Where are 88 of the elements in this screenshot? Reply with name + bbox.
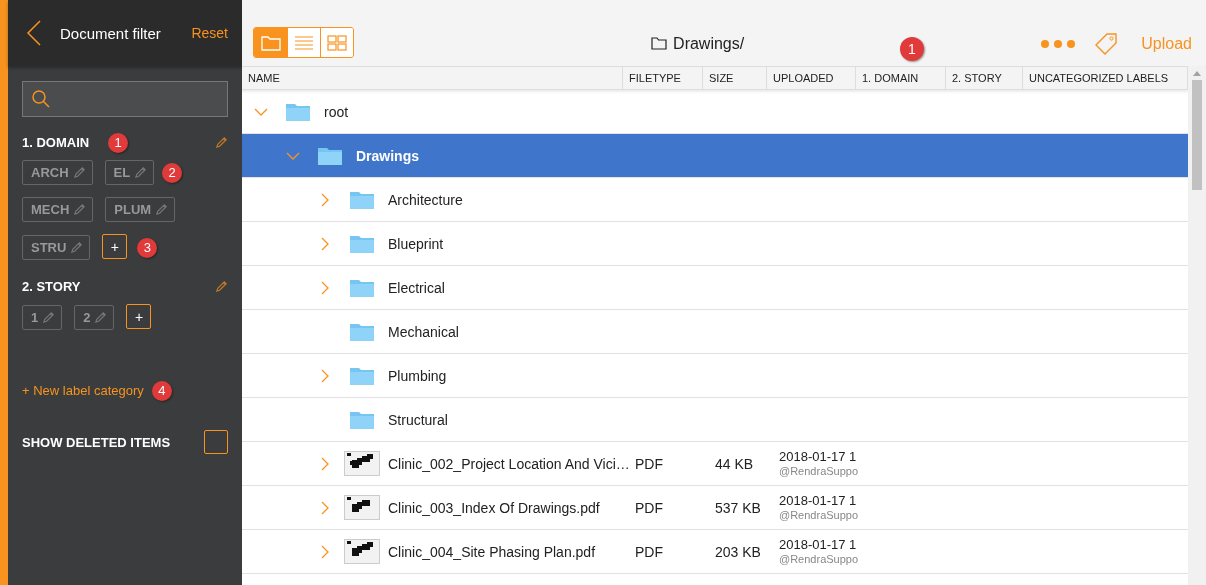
callout-badge: 2 [162, 162, 183, 183]
label-tag[interactable]: ARCH [22, 160, 93, 185]
add-tag-button[interactable]: + [102, 234, 128, 259]
callout-badge: 4 [151, 380, 172, 401]
pencil-icon [134, 166, 148, 179]
folder-icon [350, 410, 374, 429]
folder-icon [318, 146, 342, 165]
pencil-icon [73, 203, 87, 216]
folder-icon [350, 322, 374, 341]
category-title: 1. DOMAIN [22, 135, 90, 150]
uploader-name: @RendraSuppo [779, 552, 856, 565]
column-header[interactable]: NAME [242, 67, 623, 89]
document-thumbnail [344, 495, 380, 520]
folder-view-button[interactable] [254, 28, 287, 57]
folder-name: Electrical [388, 279, 445, 296]
search-icon [31, 89, 51, 109]
add-tag-button[interactable]: + [126, 304, 152, 329]
table-cell-text: PDF [634, 499, 664, 516]
scrollbar-thumb[interactable] [1192, 80, 1202, 190]
list-view-button[interactable] [287, 28, 320, 57]
folder-path: Drawings/ [673, 34, 745, 53]
label-tag[interactable]: 2 [74, 305, 115, 330]
file-name: Clinic_003_Index Of Drawings.pdf [388, 499, 600, 516]
panel-title: Document filter [60, 24, 162, 42]
pencil-icon [42, 311, 56, 324]
upload-date: 2018-01-17 1 [779, 538, 856, 553]
label-tag[interactable]: EL [104, 160, 155, 185]
column-header[interactable]: FILETYPE [623, 67, 703, 89]
column-header[interactable]: 1. DOMAIN [856, 67, 946, 89]
folder-name: root [324, 103, 349, 120]
label-tag[interactable]: MECH [22, 197, 94, 222]
reset-link[interactable]: Reset [191, 25, 228, 41]
label-tag[interactable]: STRU [22, 235, 91, 260]
folder-name: Structural [388, 411, 448, 428]
file-name: Clinic_004_Site Phasing Plan.pdf [388, 543, 596, 560]
folder-icon [350, 190, 374, 209]
table-row[interactable]: Drawings [242, 134, 1188, 178]
table-cell-text: PDF [634, 543, 664, 560]
uploader-name: @RendraSuppo [779, 508, 856, 521]
pencil-icon [94, 311, 108, 324]
table-row[interactable]: Clinic_003_Index Of Drawings.pdf PDF 537 KB 2018-01-17 1 @RendraSuppo [242, 486, 1188, 530]
table-row[interactable]: Electrical [242, 266, 1188, 310]
grid-view-button[interactable] [320, 28, 353, 57]
file-name: Clinic_002_Project Location And Vici… [388, 455, 630, 472]
folder-name: Mechanical [388, 323, 459, 340]
table-cell-text: 203 KB [714, 543, 762, 560]
category-title: 2. STORY [22, 279, 81, 294]
pencil-icon [155, 203, 169, 216]
table-cell-text: 537 KB [714, 499, 762, 516]
pencil-icon [72, 166, 86, 179]
table-cell-text: 44 KB [714, 455, 755, 472]
scroll-up-icon[interactable] [1193, 70, 1201, 76]
folder-name: Blueprint [388, 235, 444, 252]
edit-category-icon[interactable] [215, 280, 228, 293]
folder-icon [350, 366, 374, 385]
document-thumbnail [344, 451, 380, 476]
label-tag[interactable]: PLUM [105, 197, 176, 222]
upload-date: 2018-01-17 1 [779, 450, 856, 465]
search-field[interactable] [22, 81, 228, 117]
table-row[interactable]: Clinic_002_Project Location And Vici… PDF 44 KB 2018-01-17 1 @RendraSuppo [242, 442, 1188, 486]
document-thumbnail [344, 539, 380, 564]
show-deleted-label: SHOW DELETED ITEMS [22, 434, 171, 450]
pencil-icon [70, 241, 84, 254]
uploader-name: @RendraSuppo [779, 464, 856, 477]
column-header[interactable]: UPLOADED [767, 67, 856, 89]
table-row[interactable]: Blueprint [242, 222, 1188, 266]
label-tag[interactable]: 1 [22, 305, 63, 330]
callout-badge: 1 [108, 132, 128, 153]
folder-name: Architecture [388, 191, 463, 208]
folder-icon [350, 278, 374, 297]
table-row[interactable]: Architecture [242, 178, 1188, 222]
column-header[interactable]: 2. STORY [946, 67, 1023, 89]
upload-date: 2018-01-17 1 [779, 494, 856, 509]
back-icon[interactable] [26, 20, 42, 46]
table-row[interactable]: Plumbing [242, 354, 1188, 398]
table-row[interactable]: Clinic_004_Site Phasing Plan.pdf PDF 203 KB 2018-01-17 1 @RendraSuppo [242, 530, 1188, 574]
callout-badge: 3 [137, 237, 158, 258]
folder-name: Plumbing [388, 367, 447, 384]
folder-icon [350, 234, 374, 253]
show-deleted-checkbox[interactable] [204, 430, 228, 454]
folder-name: Drawings [356, 147, 419, 164]
table-row[interactable]: Structural [242, 398, 1188, 442]
table-row[interactable]: Mechanical [242, 310, 1188, 354]
callout-badge: 1 [900, 37, 924, 61]
folder-icon [286, 102, 310, 121]
column-header[interactable]: SIZE [703, 67, 767, 89]
edit-category-icon[interactable] [215, 136, 228, 149]
folder-icon [651, 37, 668, 50]
